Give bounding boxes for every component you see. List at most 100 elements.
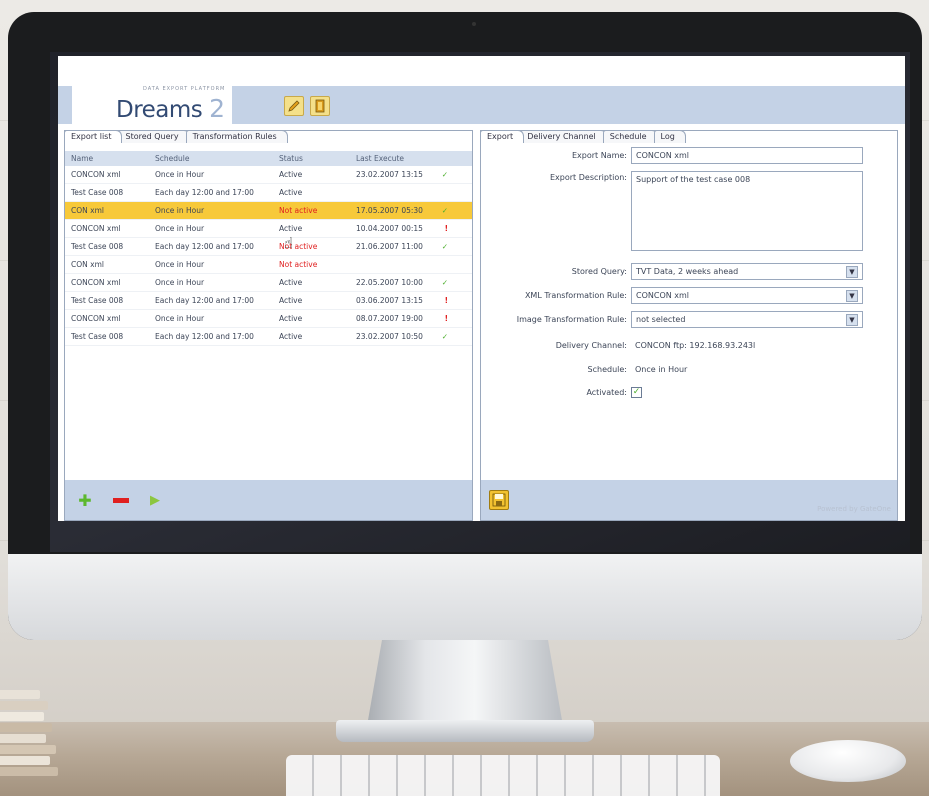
table-row[interactable]: Test Case 008 Each day 12:00 and 17:00 Act… (65, 328, 472, 346)
stored-query-row: Stored Query: TVT Data, 2 weeks ahead ▼ (481, 263, 863, 280)
column-header-schedule[interactable]: Schedule (155, 151, 279, 166)
chevron-down-icon[interactable]: ▼ (846, 265, 858, 278)
schedule-row: Schedule: Once in Hour (481, 365, 688, 374)
check-icon: ✓ (441, 170, 448, 179)
tab-schedule[interactable]: Schedule (602, 130, 658, 143)
export-description-label: Export Description: (550, 173, 627, 182)
column-header-last-execute[interactable]: Last Execute (356, 151, 456, 166)
app-logo: Dreams 2 (116, 94, 225, 123)
run-button[interactable]: ▶ (145, 490, 165, 510)
book (0, 756, 50, 765)
cell-name: Test Case 008 (71, 188, 124, 197)
export-name-label: Export Name: (571, 151, 627, 160)
book (0, 734, 46, 743)
delivery-channel-row: Delivery Channel: CONCON ftp: 192.168.93… (481, 341, 756, 350)
logo-number: 2 (209, 94, 225, 123)
cell-last-execute: 23.02.2007 13:15 ✓ (356, 166, 456, 183)
tab-export-list[interactable]: Export list (64, 130, 123, 143)
monitor-stand (367, 636, 563, 726)
cell-last-execute: 17.05.2007 05:30 ✓ (356, 202, 456, 219)
book (0, 745, 56, 754)
cell-schedule: Once in Hour (155, 206, 205, 215)
warning-icon: ! (444, 224, 448, 233)
hand-cursor-icon: ☝ (284, 234, 294, 252)
warning-icon: ! (444, 296, 448, 305)
check-icon: ✓ (441, 278, 448, 287)
tab-transformation-rules[interactable]: Transformation Rules (185, 130, 288, 143)
app-header: DATA EXPORT PLATFORM Dreams 2 (58, 56, 905, 124)
last-execute-text: 22.05.2007 10:00 (356, 278, 423, 287)
image-rule-value: not selected (636, 315, 686, 324)
image-rule-select[interactable]: not selected ▼ (631, 311, 863, 328)
chevron-down-icon[interactable]: ▼ (846, 313, 858, 326)
remove-button[interactable] (111, 490, 131, 510)
right-tabs: Export Delivery Channel Schedule Log (480, 129, 686, 143)
logo-text: Dreams (116, 97, 203, 123)
cell-schedule: Once in Hour (155, 260, 205, 269)
save-button[interactable] (489, 490, 509, 510)
column-header-status[interactable]: Status (279, 151, 356, 166)
book (0, 701, 48, 710)
book-stack (0, 690, 62, 796)
cell-name: CONCON xml (71, 314, 121, 323)
cell-status: Not active (279, 260, 318, 269)
image-rule-row: Image Transformation Rule: not selected ▼ (481, 311, 863, 328)
export-description-field[interactable]: Support of the test case 008 (631, 171, 863, 251)
play-icon: ▶ (150, 492, 160, 508)
cell-schedule: Once in Hour (155, 224, 205, 233)
schedule-label: Schedule: (587, 365, 627, 374)
left-footer: ✚ ▶ (65, 480, 472, 520)
cell-name: CON xml (71, 206, 104, 215)
add-button[interactable]: ✚ (75, 490, 95, 510)
export-grid: CONCON xml Once in Hour Active 23.02.2007 1… (65, 166, 472, 346)
delivery-channel-label: Delivery Channel: (555, 341, 627, 350)
delivery-channel-value: CONCON ftp: 192.168.93.243l (635, 341, 756, 350)
book (0, 712, 44, 721)
door-icon (315, 99, 325, 113)
xml-rule-value: CONCON xml (636, 291, 690, 300)
table-row[interactable]: CONCON xml Once in Hour Active 23.02.2007 1… (65, 166, 472, 184)
table-row[interactable]: CONCON xml Once in Hour Active 08.07.2007 1… (65, 310, 472, 328)
edit-icon[interactable] (284, 96, 304, 116)
chevron-down-icon[interactable]: ▼ (846, 289, 858, 302)
cell-status: Not active (279, 206, 318, 215)
cell-name: CONCON xml (71, 278, 121, 287)
tab-stored-query[interactable]: Stored Query (118, 130, 190, 143)
open-door-icon[interactable] (310, 96, 330, 116)
last-execute-text: 10.04.2007 00:15 (356, 224, 423, 233)
table-row[interactable]: CON xml Once in Hour Not active (65, 256, 472, 274)
table-row[interactable]: Test Case 008 Each day 12:00 and 17:00 Not… (65, 238, 472, 256)
xml-rule-select[interactable]: CONCON xml ▼ (631, 287, 863, 304)
column-header-name[interactable]: Name (65, 151, 155, 166)
table-row[interactable]: CONCON xml Once in Hour Active 22.05.2007 1… (65, 274, 472, 292)
last-execute-text: 03.06.2007 13:15 (356, 296, 423, 305)
tab-export[interactable]: Export (480, 130, 525, 143)
export-list-panel: Export list Stored Query Transformation … (64, 130, 473, 521)
table-row[interactable]: Test Case 008 Each day 12:00 and 17:00 Act… (65, 184, 472, 202)
right-footer (481, 480, 897, 520)
table-row[interactable]: CONCON xml Once in Hour Active 10.04.2007 0… (65, 220, 472, 238)
tab-delivery-channel[interactable]: Delivery Channel (520, 130, 607, 143)
stored-query-select[interactable]: TVT Data, 2 weeks ahead ▼ (631, 263, 863, 280)
mouse (790, 740, 906, 782)
cell-name: Test Case 008 (71, 242, 124, 251)
cell-status: Active (279, 278, 303, 287)
export-name-row: Export Name: CONCON xml (481, 147, 863, 164)
cell-schedule: Each day 12:00 and 17:00 (155, 332, 254, 341)
export-details-panel: Export Delivery Channel Schedule Log Exp… (480, 130, 898, 521)
check-icon: ✓ (441, 206, 448, 215)
cell-schedule: Once in Hour (155, 278, 205, 287)
logo-tagline: DATA EXPORT PLATFORM (143, 86, 226, 92)
warning-icon: ! (444, 314, 448, 323)
activated-checkbox[interactable]: ✓ (631, 387, 642, 398)
cell-name: Test Case 008 (71, 296, 124, 305)
table-row[interactable]: Test Case 008 Each day 12:00 and 17:00 Act… (65, 292, 472, 310)
table-row[interactable]: CON xml Once in Hour Not active 17.05.2007 … (65, 202, 472, 220)
cell-last-execute (356, 184, 456, 201)
export-name-field[interactable]: CONCON xml (631, 147, 863, 164)
cell-last-execute: 23.02.2007 10:50 ✓ (356, 328, 456, 345)
last-execute-text: 23.02.2007 13:15 (356, 170, 423, 179)
cell-last-execute: 22.05.2007 10:00 ✓ (356, 274, 456, 291)
schedule-value: Once in Hour (635, 365, 688, 374)
tab-log[interactable]: Log (653, 130, 686, 143)
